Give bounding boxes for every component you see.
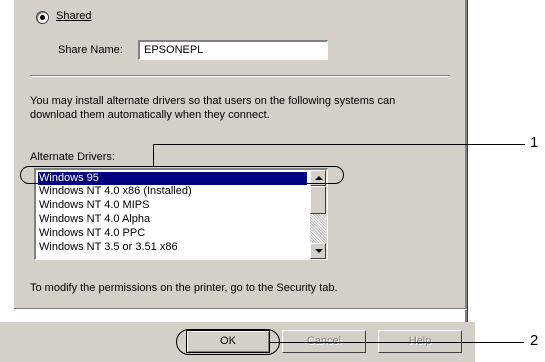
callout-leader-1 bbox=[153, 144, 525, 145]
alternate-drivers-label: Alternate Drivers: bbox=[30, 151, 115, 163]
share-name-input[interactable]: EPSONEPL bbox=[138, 40, 328, 60]
scroll-down-button[interactable] bbox=[310, 243, 326, 259]
drivers-description-line2: download them automatically when they co… bbox=[30, 109, 270, 121]
callout-ring-list-item bbox=[20, 166, 344, 184]
scroll-thumb[interactable] bbox=[310, 186, 326, 214]
drivers-description-line1: You may install alternate drivers so tha… bbox=[30, 95, 396, 107]
list-item-nt35-x86[interactable]: Windows NT 3.5 or 3.51 x86 bbox=[38, 241, 178, 254]
permissions-note: To modify the permissions on the printer… bbox=[30, 282, 338, 294]
list-item-nt40-mips[interactable]: Windows NT 4.0 MIPS bbox=[38, 199, 149, 212]
scroll-track[interactable] bbox=[310, 214, 326, 243]
shared-label: Shared bbox=[56, 10, 92, 22]
callout-leader-2 bbox=[270, 342, 524, 343]
list-item-nt40-x86[interactable]: Windows NT 4.0 x86 (Installed) bbox=[38, 185, 192, 198]
shared-radio[interactable] bbox=[36, 11, 49, 24]
callout-ring-ok-button bbox=[176, 329, 280, 355]
radio-selected-dot bbox=[40, 15, 45, 20]
divider-highlight bbox=[14, 309, 467, 310]
arrow-down-icon bbox=[315, 249, 323, 253]
panel-edge-dark bbox=[467, 0, 468, 322]
callout-number-1: 1 bbox=[530, 134, 539, 151]
list-item-nt40-ppc[interactable]: Windows NT 4.0 PPC bbox=[38, 227, 145, 240]
list-item-nt40-alpha[interactable]: Windows NT 4.0 Alpha bbox=[38, 213, 150, 226]
section-divider-highlight bbox=[30, 76, 450, 77]
share-name-label: Share Name: bbox=[58, 44, 123, 56]
callout-leader-1-vertical bbox=[153, 144, 154, 166]
callout-number-2: 2 bbox=[530, 332, 539, 349]
